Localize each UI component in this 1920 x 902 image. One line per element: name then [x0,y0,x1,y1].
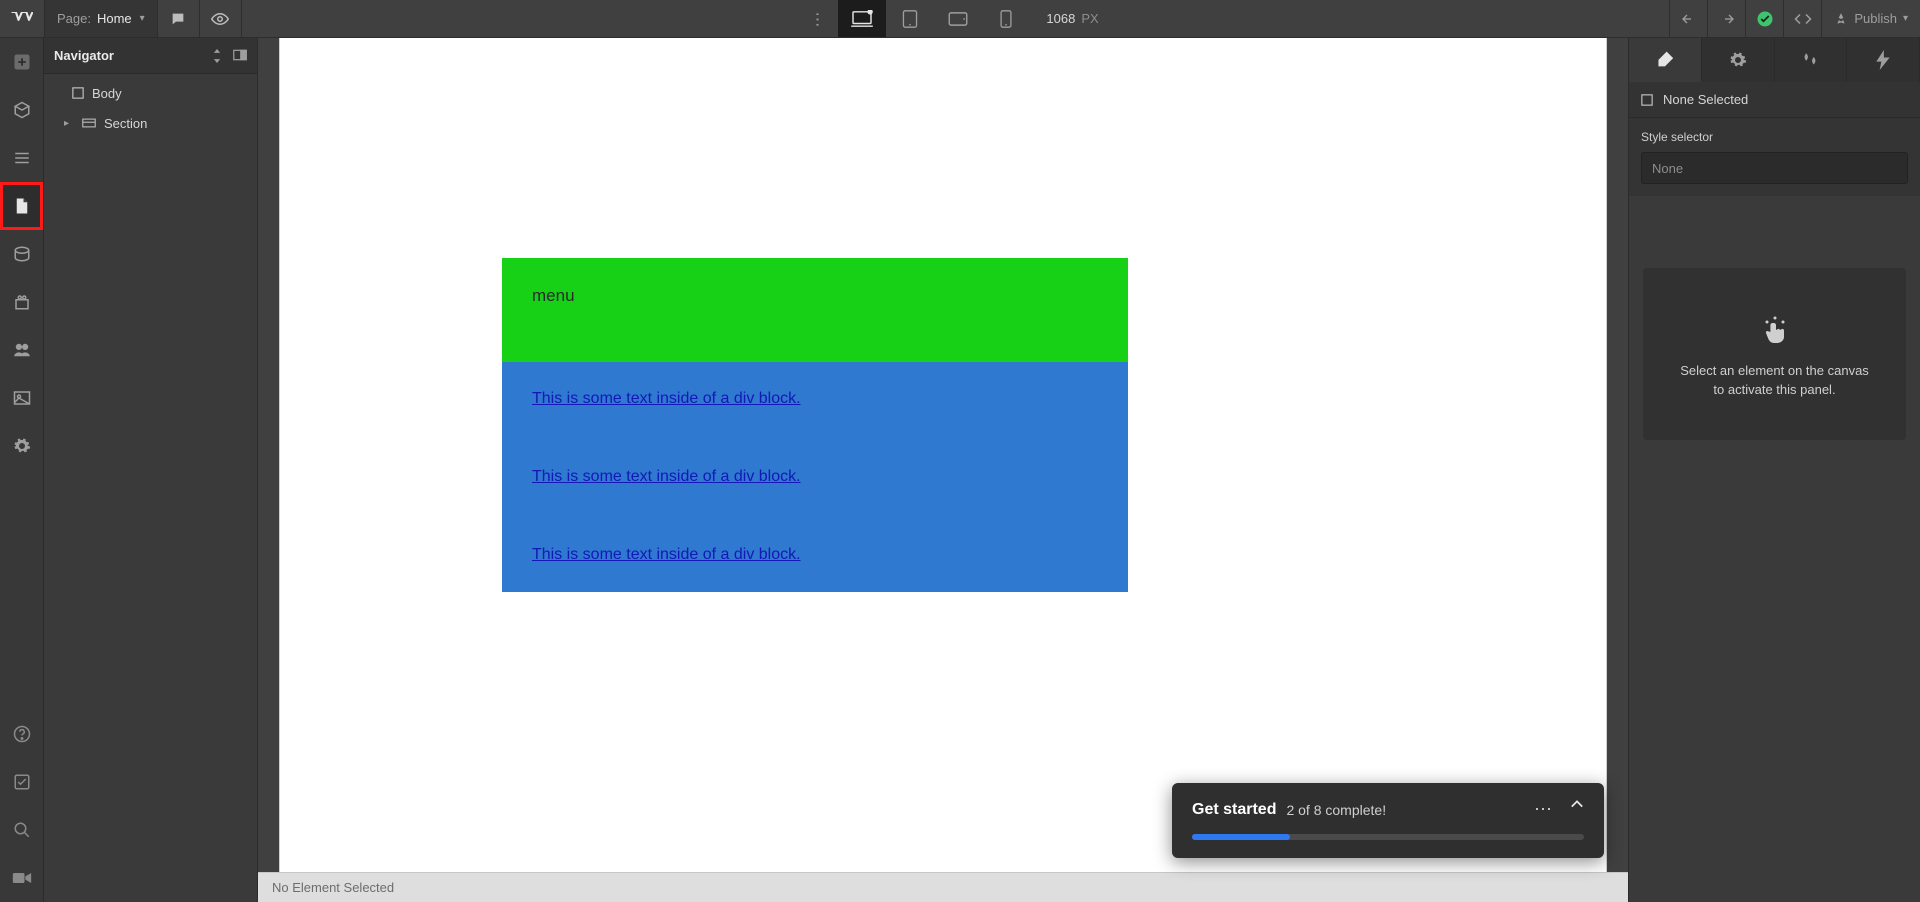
style-panel: None Selected Style selector None Select… [1628,38,1920,902]
style-tab-style[interactable] [1629,38,1702,82]
device-desktop-button[interactable] [838,0,886,37]
left-tool-rail [0,38,44,902]
settings-button[interactable] [0,422,43,470]
navigator-item-body[interactable]: Body [44,78,257,108]
selection-label: None Selected [1663,92,1748,107]
publish-button[interactable]: Publish ▾ [1821,0,1920,37]
navigator-button[interactable] [0,134,43,182]
status-bar: No Element Selected [258,872,1628,902]
canvas-width-readout[interactable]: 1068 PX [1030,0,1114,37]
canvas-menu-block[interactable]: menu [502,258,1128,362]
navigator-header: Navigator [44,38,257,74]
webflow-logo[interactable] [0,0,44,37]
more-vert-icon: ⋯ [807,11,827,26]
style-tab-settings[interactable] [1702,38,1775,82]
style-tabs [1629,38,1920,82]
selector-block: Style selector None [1629,118,1920,196]
caret-right-icon[interactable]: ▸ [64,118,74,129]
artboard[interactable]: menu This is some text inside of a div b… [280,38,1606,872]
hint-line-2: to activate this panel. [1680,381,1869,400]
hint-line-1: Select an element on the canvas [1680,362,1869,381]
ecommerce-button[interactable] [0,278,43,326]
navigator-tree: Body ▸ Section [44,74,257,142]
toast-more-icon[interactable]: ⋯ [1534,799,1552,820]
canvas-link-2[interactable]: This is some text inside of a div block. [532,468,1098,486]
empty-hint-card: Select an element on the canvas to activ… [1643,268,1906,440]
canvas-width-value: 1068 [1046,11,1075,26]
device-landscape-button[interactable] [934,0,982,37]
search-button[interactable] [0,806,43,854]
style-tab-effects[interactable] [1847,38,1920,82]
page-label: Page: [57,11,91,26]
preview-button[interactable] [200,0,242,37]
cms-button[interactable] [0,230,43,278]
redo-button[interactable] [1707,0,1745,37]
audits-button[interactable] [0,758,43,806]
navigator-item-label: Body [92,86,122,101]
status-text: No Element Selected [272,880,394,895]
canvas-menu-text: menu [532,286,575,305]
pages-button[interactable] [0,182,43,230]
canvas-link-1[interactable]: This is some text inside of a div block. [532,390,1098,408]
chevron-down-icon: ▾ [1903,13,1908,24]
style-tab-interactions[interactable] [1775,38,1848,82]
page-name: Home [97,11,132,26]
toast-subtitle: 2 of 8 complete! [1286,802,1386,818]
canvas-link-3[interactable]: This is some text inside of a div block. [532,546,1098,564]
add-element-button[interactable] [0,38,43,86]
toast-title: Get started [1192,801,1276,819]
click-hand-icon [1761,314,1789,344]
selector-value: None [1652,161,1683,176]
navigator-item-label: Section [104,116,147,131]
drops-icon [1801,51,1819,69]
symbols-button[interactable] [0,86,43,134]
navigator-title: Navigator [54,48,114,63]
bolt-icon [1876,50,1890,70]
video-button[interactable] [0,854,43,902]
navigator-sort-icon[interactable] [211,49,223,63]
chevron-down-icon: ▾ [140,13,145,24]
export-code-button[interactable] [1783,0,1821,37]
navigator-panel: Navigator Body ▸ Section [44,38,258,902]
assets-button[interactable] [0,374,43,422]
topbar-right-group: Publish ▾ [1669,0,1920,37]
publish-label: Publish [1854,11,1897,26]
toast-collapse-icon[interactable] [1570,799,1584,820]
undo-button[interactable] [1669,0,1707,37]
selector-label: Style selector [1641,130,1908,144]
canvas-links-block[interactable]: This is some text inside of a div block.… [502,362,1128,592]
canvas-width-unit: PX [1081,11,1098,26]
toast-progress-bar [1192,834,1584,840]
help-button[interactable] [0,710,43,758]
brush-icon [1655,50,1675,68]
device-phone-button[interactable] [982,0,1030,37]
canvas-area: menu This is some text inside of a div b… [258,38,1628,902]
canvas-viewport[interactable]: menu This is some text inside of a div b… [258,38,1628,872]
navigator-panel-toggle-icon[interactable] [233,49,247,63]
more-vert-button[interactable]: ⋯ [796,0,838,37]
get-started-toast[interactable]: Get started 2 of 8 complete! ⋯ [1172,783,1604,858]
rocket-icon [1834,12,1848,26]
device-tablet-button[interactable] [886,0,934,37]
page-switcher[interactable]: Page: Home ▾ [44,0,158,37]
body-icon [72,87,84,99]
section-icon [82,118,96,128]
navigator-item-section[interactable]: ▸ Section [44,108,257,138]
users-button[interactable] [0,326,43,374]
square-icon [1641,94,1653,106]
save-status-button[interactable] [1745,0,1783,37]
selection-row: None Selected [1629,82,1920,118]
gear-icon [1729,51,1747,69]
comments-button[interactable] [158,0,200,37]
device-breakpoints [838,0,1030,37]
selector-input[interactable]: None [1641,152,1908,184]
canvas-section[interactable]: menu This is some text inside of a div b… [502,258,1128,592]
top-bar: Page: Home ▾ ⋯ 1068 PX [0,0,1920,38]
toast-progress-fill [1192,834,1290,840]
